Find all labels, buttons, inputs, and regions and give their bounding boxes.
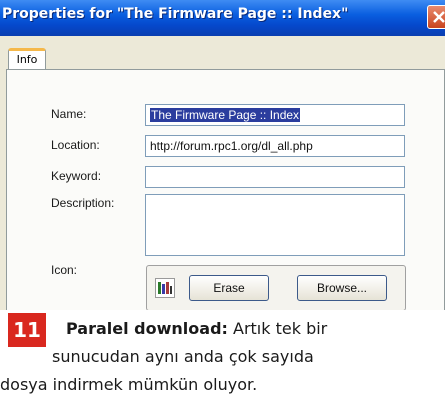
browse-button[interactable]: Browse...: [297, 275, 387, 301]
dialog-title: Properties for "The Firmware Page :: Ind…: [2, 6, 349, 22]
description-field[interactable]: [145, 194, 405, 256]
close-button[interactable]: [427, 5, 445, 29]
page-favicon-icon: [155, 278, 175, 298]
keyword-label: Keyword:: [51, 169, 102, 183]
icon-label: Icon:: [51, 263, 78, 277]
caption-bold: Paralel download:: [66, 319, 228, 338]
location-field[interactable]: http://forum.rpc1.org/dl_all.php: [145, 135, 405, 157]
caption-line-1-rest: Artık tek bir: [227, 319, 328, 338]
location-label: Location:: [51, 138, 100, 152]
caption-line-1: Paralel download: Artık tek bir: [66, 319, 327, 338]
caption-line-2: sunucudan aynı anda çok sayıda: [52, 347, 314, 366]
keyword-field[interactable]: [145, 166, 405, 188]
name-value: The Firmware Page :: Index: [150, 108, 301, 122]
caption-line-3: dosya indirmek mümkün oluyor.: [0, 375, 258, 394]
caption: 11 Paralel download: Artık tek bir sunuc…: [0, 313, 445, 403]
description-label: Description:: [51, 196, 115, 210]
properties-dialog: Properties for "The Firmware Page :: Ind…: [0, 0, 445, 310]
name-field[interactable]: The Firmware Page :: Index: [145, 104, 405, 126]
caption-number-badge: 11: [8, 313, 46, 347]
title-bar[interactable]: Properties for "The Firmware Page :: Ind…: [0, 0, 445, 36]
name-label: Name:: [51, 107, 87, 121]
close-icon: [433, 11, 445, 23]
erase-button[interactable]: Erase: [189, 275, 269, 301]
icon-group: Erase Browse...: [146, 265, 406, 310]
tab-info[interactable]: Info: [8, 48, 46, 70]
